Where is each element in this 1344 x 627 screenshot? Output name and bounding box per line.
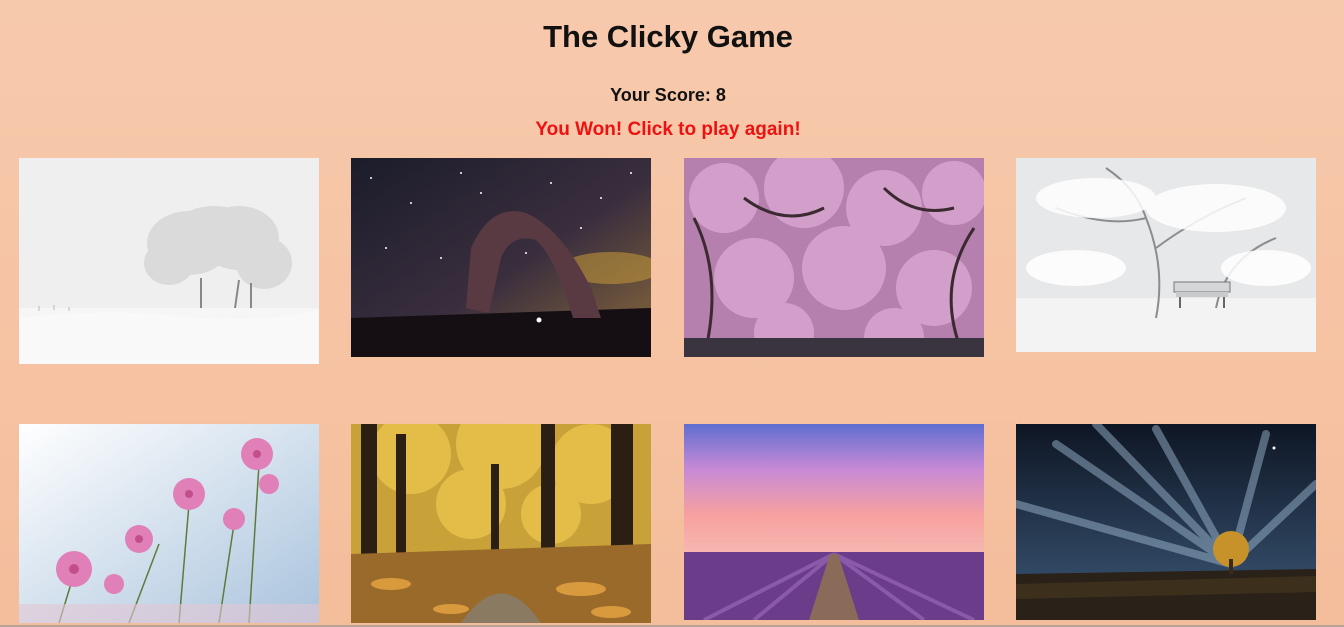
lavender-field-sunset-image: [684, 424, 984, 620]
card-snowy-bench-trees[interactable]: [1016, 158, 1316, 352]
card-pink-cherry-blossom[interactable]: [684, 158, 984, 357]
card-night-sky-lone-tree[interactable]: [1016, 424, 1316, 620]
autumn-forest-path-image: [351, 424, 651, 623]
night-sky-lone-tree-image: [1016, 424, 1316, 620]
card-snowy-field-trees[interactable]: [19, 158, 319, 364]
page-title: The Clicky Game: [543, 19, 793, 54]
pink-cosmos-flowers-image: [19, 424, 319, 623]
snowy-field-trees-image: [19, 158, 319, 364]
card-starry-night-arch[interactable]: [351, 158, 651, 357]
game-status-message[interactable]: You Won! Click to play again!: [0, 119, 1336, 141]
snowy-bench-trees-image: [1016, 158, 1316, 352]
card-autumn-forest-path[interactable]: [351, 424, 651, 623]
score-display: Your Score: 8: [610, 85, 726, 105]
pink-cherry-blossom-image: [684, 158, 984, 357]
starry-night-arch-image: [351, 158, 651, 357]
card-lavender-field-sunset[interactable]: [684, 424, 984, 620]
card-pink-cosmos-flowers[interactable]: [19, 424, 319, 623]
